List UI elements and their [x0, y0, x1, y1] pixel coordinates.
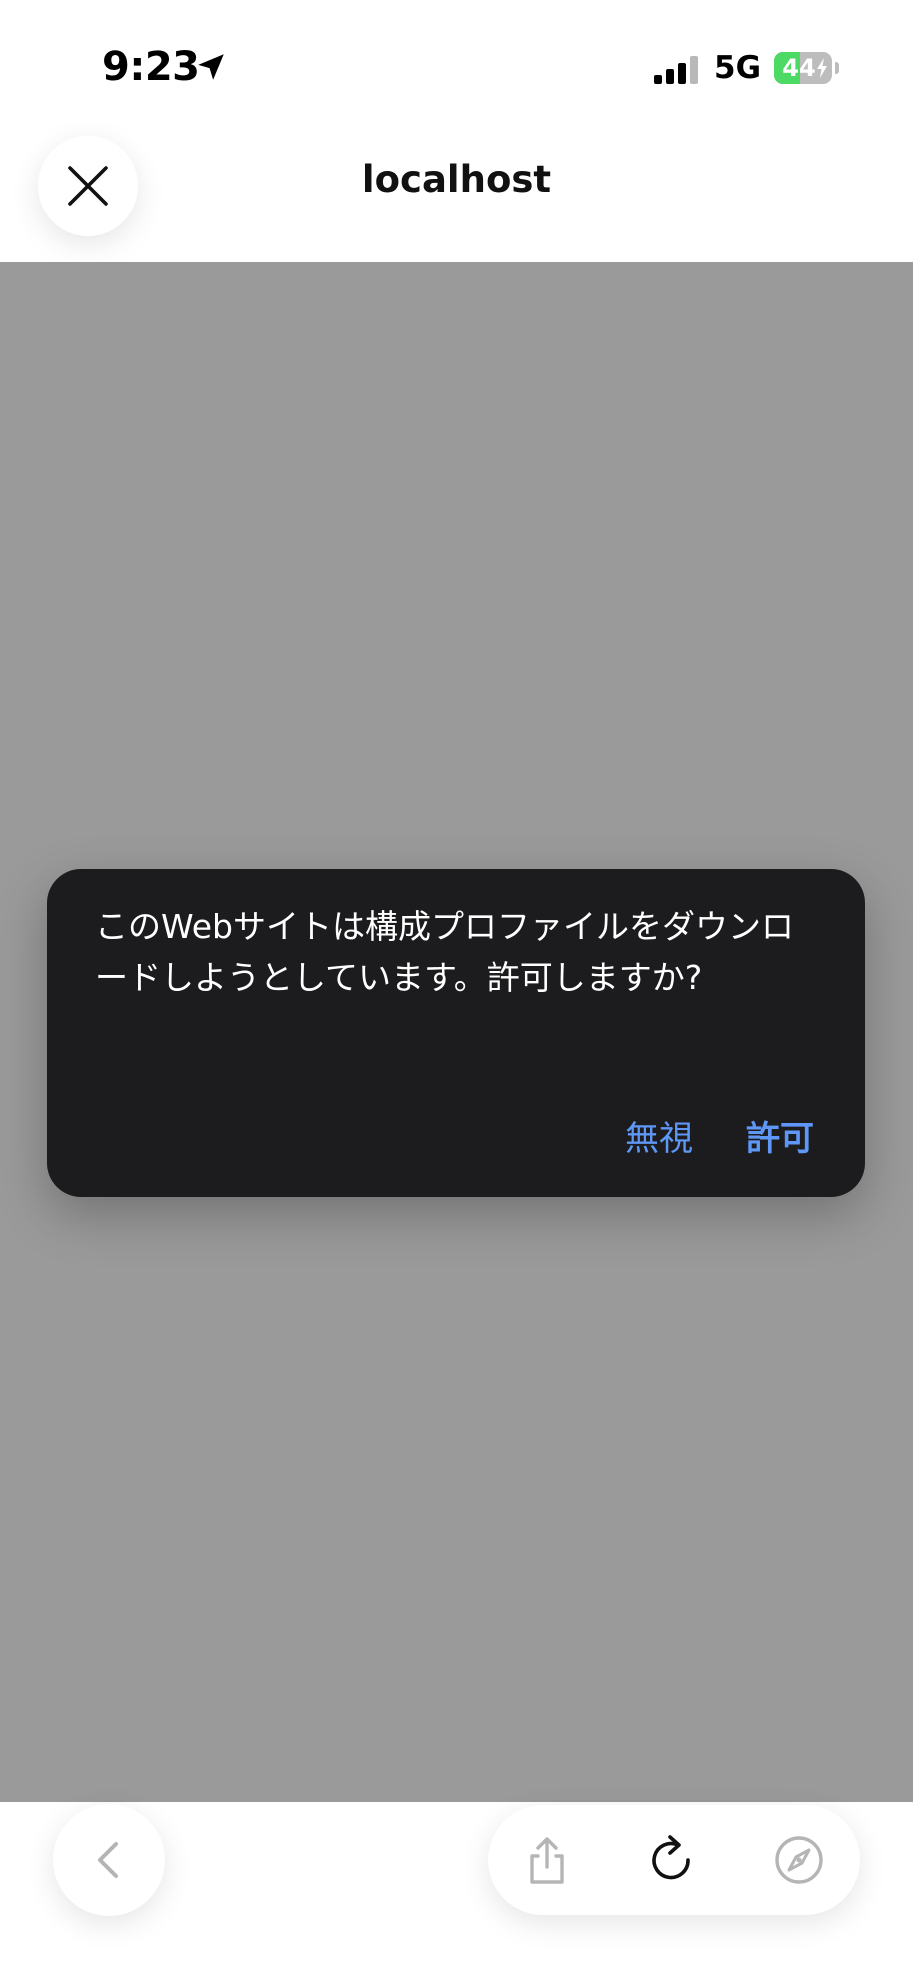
action-pill	[488, 1805, 860, 1915]
browser-header: localhost	[0, 130, 913, 262]
share-button[interactable]	[517, 1830, 577, 1890]
compass-button[interactable]	[769, 1830, 829, 1890]
signal-icon	[654, 56, 698, 84]
back-button[interactable]	[53, 1804, 165, 1916]
reload-icon	[652, 1835, 690, 1880]
page-title: localhost	[361, 158, 552, 201]
ignore-button[interactable]: 無視	[625, 1111, 693, 1160]
location-arrow-icon	[198, 54, 224, 80]
network-label: 5G	[714, 50, 762, 86]
bottom-toolbar	[0, 1802, 913, 1980]
back-chevron-icon	[98, 1842, 118, 1878]
compass-icon	[775, 1836, 823, 1884]
battery-icon: 44	[774, 52, 840, 84]
share-icon	[530, 1837, 564, 1884]
charging-bolt-icon	[817, 58, 827, 78]
dialog-message: このWebサイトは構成プロファイルをダウンロードしようとしています。許可しますか…	[95, 907, 794, 997]
status-time: 9:23	[102, 44, 200, 90]
web-content-overlay: このWebサイトは構成プロファイルをダウンロードしようとしています。許可しますか…	[0, 262, 913, 1802]
allow-button[interactable]: 許可	[746, 1111, 814, 1160]
permission-dialog: このWebサイトは構成プロファイルをダウンロードしようとしています。許可しますか…	[47, 869, 865, 1197]
reload-button[interactable]	[641, 1830, 701, 1890]
status-bar: 9:23 5G 44	[0, 0, 913, 130]
